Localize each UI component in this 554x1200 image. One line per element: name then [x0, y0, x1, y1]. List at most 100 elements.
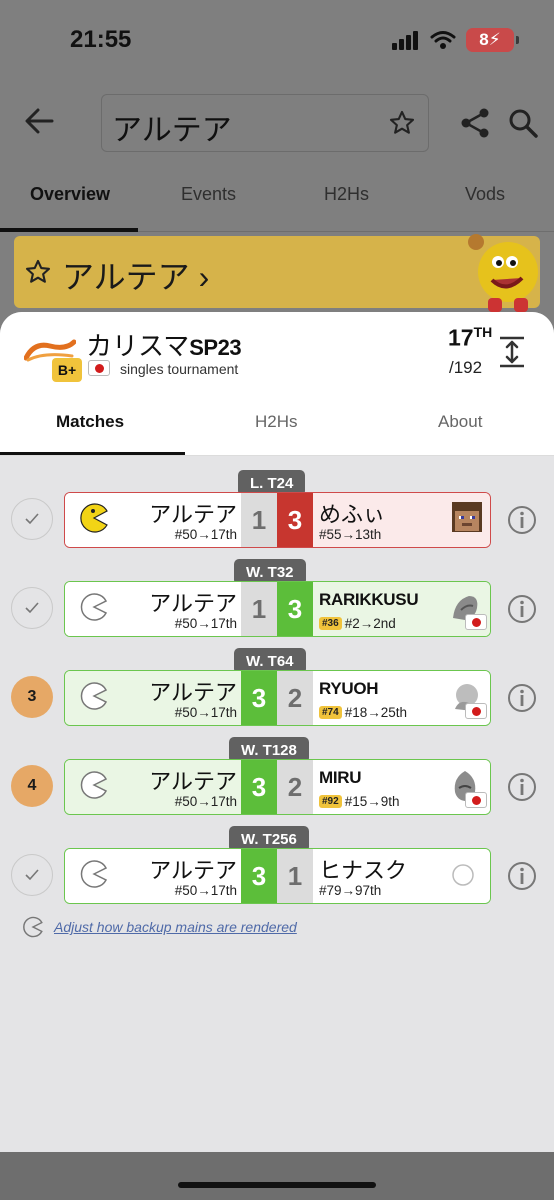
opponent-name: めふぃ [319, 502, 386, 527]
opponent-score: 3 [277, 582, 313, 636]
pacman-outline-icon [80, 860, 108, 888]
sheet-tabs: Matches H2Hs About [0, 404, 554, 456]
expand-vertical-icon[interactable] [498, 334, 526, 370]
game-count-badge[interactable]: 4 [11, 765, 53, 807]
placement-value: 17 [448, 324, 474, 351]
home-indicator[interactable] [178, 1182, 376, 1188]
tab-h2hs-event[interactable]: H2Hs [255, 412, 298, 432]
match-row: 4 W. T128 アルテア #50→17th 3 2 MIRU #92 #15→… [0, 737, 554, 827]
tab-events[interactable]: Events [181, 184, 236, 205]
main-tabs: Overview Events H2Hs Vods [0, 170, 554, 232]
player-score: 3 [241, 671, 277, 725]
background-app: 21:55 8 ⚡ アルテア Overview Events H2Hs Vods… [0, 0, 554, 330]
seed-chip: #74 [319, 706, 342, 719]
backup-mains-hint[interactable]: Adjust how backup mains are rendered [22, 916, 297, 938]
japan-flag-icon [465, 703, 487, 719]
pacman-outline-icon [80, 593, 108, 621]
info-icon[interactable] [506, 504, 538, 536]
japan-flag-icon [465, 614, 487, 630]
player-side: アルテア #50→17th [65, 849, 241, 903]
opponent-side: RARIKKUSU #36 #2→2nd [313, 582, 490, 636]
pacman-character-icon [468, 234, 538, 312]
event-name: カリスマ [86, 331, 190, 361]
battery-level: 8 [479, 30, 489, 49]
tab-indicator [0, 228, 138, 232]
pacman-outline-icon [80, 682, 108, 710]
opponent-side: ヒナスク #79→97th [313, 849, 490, 903]
player-side: アルテア #50→17th [65, 493, 241, 547]
banner-star-icon[interactable] [24, 258, 52, 286]
player-seed: #50→17th [174, 616, 237, 631]
event-type: singles tournament [120, 361, 239, 377]
app-bar: アルテア [0, 92, 554, 154]
tab-vods[interactable]: Vods [465, 184, 505, 205]
info-icon[interactable] [506, 860, 538, 892]
match-row: W. T32 アルテア #50→17th 1 3 RARIKKUSU #36 #2… [0, 559, 554, 649]
search-input[interactable]: アルテア [101, 94, 429, 152]
opponent-seed: #55→13th [319, 527, 382, 542]
player-score: 1 [241, 582, 277, 636]
pacman-icon [80, 503, 108, 533]
player-name: アルテア [149, 502, 237, 527]
player-side: アルテア #50→17th [65, 582, 241, 636]
opponent-seed: #74 #18→25th [319, 705, 407, 720]
event-sheet: カリスマSP23 B+ singles tournament 17TH /192… [0, 312, 554, 1152]
charging-bolt-icon: ⚡ [488, 30, 501, 49]
japan-flag-icon [465, 792, 487, 808]
banner-title: アルテア › [62, 259, 210, 295]
opponent-side: RYUOH #74 #18→25th [313, 671, 490, 725]
steve-character-icon [452, 502, 482, 532]
match-card[interactable]: アルテア #50→17th 1 3 RARIKKUSU #36 #2→2nd [64, 581, 491, 637]
signal-icon [392, 31, 418, 50]
opponent-name: MIRU [319, 768, 362, 787]
match-card[interactable]: アルテア #50→17th 3 1 ヒナスク #79→97th [64, 848, 491, 904]
match-row: W. T256 アルテア #50→17th 3 1 ヒナスク #79→97th [0, 826, 554, 916]
sheet-tab-indicator [0, 452, 185, 455]
opponent-score: 2 [277, 760, 313, 814]
opponent-score: 1 [277, 849, 313, 903]
info-icon[interactable] [506, 771, 538, 803]
seed-chip: #36 [319, 617, 342, 630]
tab-about[interactable]: About [438, 412, 482, 432]
match-card[interactable]: アルテア #50→17th 1 3 めふぃ #55→13th [64, 492, 491, 548]
search-icon[interactable] [506, 106, 540, 140]
event-name-suffix: SP23 [189, 335, 242, 360]
opponent-name: ヒナスク [319, 858, 408, 883]
checkmark-circle-icon[interactable] [11, 498, 53, 540]
player-name: アルテア [149, 591, 237, 616]
match-row: 3 W. T64 アルテア #50→17th 3 2 RYUOH #74 #18→… [0, 648, 554, 738]
opponent-score: 3 [277, 493, 313, 547]
game-count-badge[interactable]: 3 [11, 676, 53, 718]
checkmark-circle-icon[interactable] [11, 587, 53, 629]
favorite-star-icon[interactable] [388, 109, 416, 137]
player-seed: #50→17th [174, 527, 237, 542]
backup-mains-link[interactable]: Adjust how backup mains are rendered [54, 919, 297, 935]
wifi-icon [430, 31, 456, 49]
player-seed: #50→17th [174, 883, 237, 898]
player-score: 3 [241, 760, 277, 814]
tab-h2hs[interactable]: H2Hs [324, 184, 369, 205]
checkmark-circle-icon[interactable] [11, 854, 53, 896]
event-title[interactable]: カリスマSP23 [86, 326, 242, 363]
opponent-side: めふぃ #55→13th [313, 493, 490, 547]
status-time: 21:55 [70, 26, 132, 53]
sheet-header: カリスマSP23 B+ singles tournament 17TH /192… [0, 312, 554, 456]
player-seed: #50→17th [174, 705, 237, 720]
battery-icon: 8 ⚡ [466, 28, 519, 52]
match-card[interactable]: アルテア #50→17th 3 2 MIRU #92 #15→9th [64, 759, 491, 815]
tab-overview[interactable]: Overview [30, 184, 110, 205]
placement: 17TH [448, 324, 492, 352]
player-side: アルテア #50→17th [65, 671, 241, 725]
back-arrow-icon[interactable] [22, 104, 56, 138]
player-score: 1 [241, 493, 277, 547]
info-icon[interactable] [506, 593, 538, 625]
player-banner[interactable]: アルテア › [14, 234, 540, 312]
player-side: アルテア #50→17th [65, 760, 241, 814]
player-score: 3 [241, 849, 277, 903]
info-icon[interactable] [506, 682, 538, 714]
tab-matches[interactable]: Matches [56, 412, 124, 432]
search-value: アルテア [112, 114, 232, 147]
match-card[interactable]: アルテア #50→17th 3 2 RYUOH #74 #18→25th [64, 670, 491, 726]
share-icon[interactable] [458, 106, 492, 140]
empty-character-icon [452, 864, 474, 886]
